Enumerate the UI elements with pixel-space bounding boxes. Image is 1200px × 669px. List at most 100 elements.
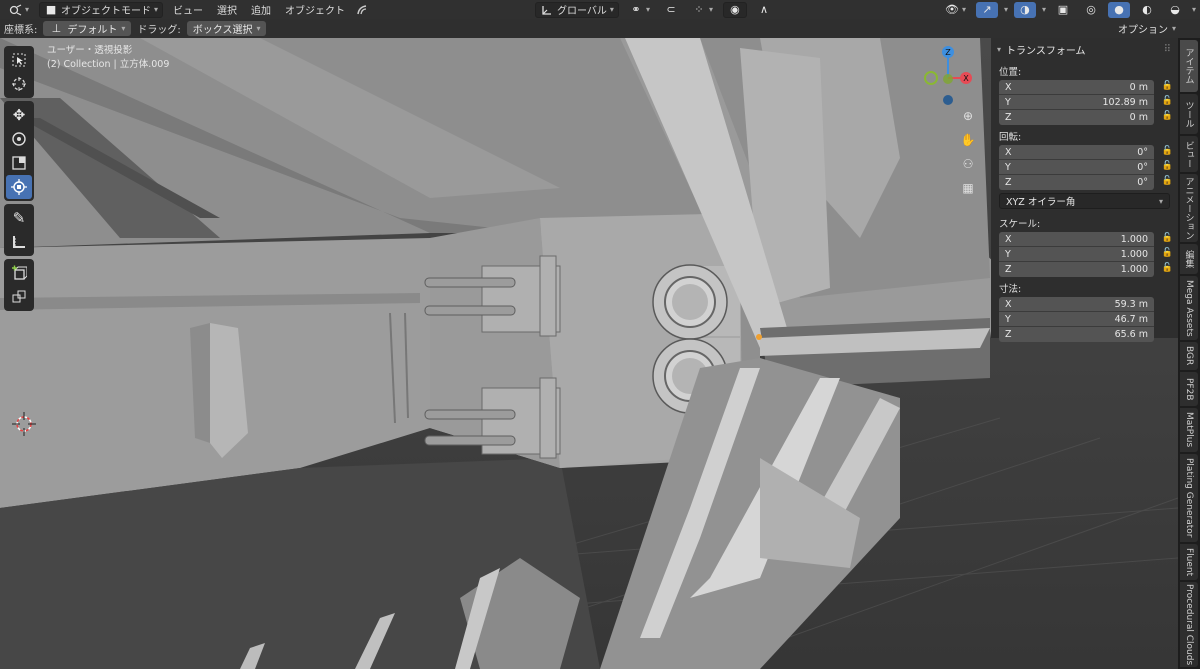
shading-rendered-button[interactable]: ◒ <box>1164 2 1186 18</box>
lock-icon[interactable]: 🔓 <box>1162 146 1173 156</box>
pan-button[interactable]: ✋ <box>958 130 978 150</box>
tab-matplus[interactable]: MatPlus <box>1180 408 1198 452</box>
drag-selector[interactable]: ボックス選択 ▾ <box>186 21 267 36</box>
shading-wireframe-button[interactable]: ◎ <box>1080 2 1102 18</box>
axis-label: Z <box>1005 264 1012 275</box>
tab-bgr[interactable]: BGR <box>1180 342 1198 370</box>
annotate-tool[interactable]: ✎ <box>6 206 32 230</box>
sidebar-tabs: アイテム ツール ビュー アニメーション 編集 Mega Assets BGR … <box>1178 38 1200 669</box>
rotation-mode-dropdown[interactable]: XYZ オイラー角 ▾ <box>999 193 1170 209</box>
cursor-tool[interactable] <box>6 72 32 96</box>
rotation-x-field[interactable]: X 0° 🔓 <box>999 145 1173 160</box>
rendered-sphere-icon: ◒ <box>1170 3 1180 16</box>
menu-object[interactable]: オブジェクト <box>281 2 349 18</box>
lock-icon[interactable]: 🔓 <box>1162 111 1173 121</box>
visibility-button[interactable]: 👁 ▾ <box>941 2 970 18</box>
perspective-toggle[interactable]: ▦ <box>958 178 978 198</box>
chevron-down-icon[interactable]: ▾ <box>1004 5 1008 14</box>
tab-view[interactable]: ビュー <box>1180 136 1198 172</box>
field-value: 1.000 <box>1120 264 1148 275</box>
proportional-edit-toggle[interactable]: ◉ <box>722 1 747 18</box>
snap-toggle[interactable]: ⊂ <box>660 2 682 18</box>
pivot-point-button[interactable]: ⚭ ▾ <box>625 2 654 18</box>
axis-label: X <box>1005 233 1012 245</box>
rotation-label: 回転: <box>999 132 1022 143</box>
transform-tool[interactable] <box>6 175 32 199</box>
falloff-button[interactable]: ∧ <box>753 2 775 18</box>
mirror-tool[interactable] <box>6 285 32 309</box>
chevron-down-icon: ▾ <box>154 5 159 14</box>
lock-icon[interactable]: 🔓 <box>1162 233 1173 243</box>
measure-tool[interactable] <box>6 230 32 254</box>
camera-view-button[interactable]: ⚇ <box>958 154 978 174</box>
location-y-field[interactable]: Y 102.89 m 🔓 <box>999 95 1173 110</box>
viewport-info: ユーザー・透視投影 (2) Collection | 立方体.009 <box>47 44 169 71</box>
overlay-circles-icon: ◑ <box>1020 3 1030 16</box>
scale-y-field[interactable]: Y 1.000 🔓 <box>999 247 1173 262</box>
shading-solid-button[interactable]: ● <box>1108 1 1130 18</box>
field-value: 1.000 <box>1120 233 1148 245</box>
chevron-down-icon[interactable]: ▾ <box>1192 5 1196 14</box>
tab-plating-generator[interactable]: Plating Generator <box>1180 454 1198 542</box>
tab-mega-assets[interactable]: Mega Assets <box>1180 276 1198 340</box>
tab-pf2b[interactable]: PF2B <box>1180 372 1198 406</box>
scale-tool[interactable] <box>6 151 32 175</box>
coord-selector[interactable]: ⊥ デフォルト ▾ <box>43 21 132 36</box>
field-value: 1.000 <box>1120 248 1148 260</box>
lock-icon[interactable]: 🔓 <box>1162 161 1173 171</box>
chevron-down-icon: ▾ <box>609 5 614 14</box>
gizmo-toggle[interactable]: ↗ <box>975 1 998 18</box>
location-z-field[interactable]: Z 0 m 🔓 <box>999 110 1173 125</box>
cubes-icon <box>12 290 26 303</box>
menu-add[interactable]: 追加 <box>247 2 275 18</box>
chevron-down-icon[interactable]: ▾ <box>1042 5 1046 14</box>
move-tool[interactable]: ✥ <box>6 103 32 127</box>
tab-tool[interactable]: ツール <box>1180 94 1198 134</box>
tab-label: アニメーション <box>1183 176 1194 240</box>
editor-type-button[interactable]: ▾ <box>4 2 33 18</box>
transform-orientation-label: グローバル <box>557 6 607 17</box>
zoom-button[interactable]: ⊕ <box>958 106 978 126</box>
lock-icon[interactable]: 🔓 <box>1162 81 1173 91</box>
location-x-field[interactable]: X 0 m 🔓 <box>999 80 1173 95</box>
mode-selector[interactable]: ■ オブジェクトモード ▾ <box>39 1 164 18</box>
field-value: 0° <box>1137 146 1148 158</box>
scale-z-field[interactable]: Z 1.000 🔓 <box>999 262 1173 277</box>
dimensions-y-field[interactable]: Y 46.7 m <box>999 312 1154 327</box>
tab-animation[interactable]: アニメーション <box>1180 174 1198 242</box>
gpencil-icon[interactable] <box>355 3 369 17</box>
menu-view[interactable]: ビュー <box>169 2 207 18</box>
select-box-tool[interactable] <box>6 48 32 72</box>
rotation-mode-value: XYZ オイラー角 <box>1006 197 1076 208</box>
snap-target-button[interactable]: ⁘ ▾ <box>688 2 717 18</box>
navigation-gizmo[interactable]: Z X <box>918 42 982 112</box>
options-button[interactable]: オプション ▾ <box>1118 21 1176 36</box>
tab-edit[interactable]: 編集 <box>1180 244 1198 274</box>
lock-icon[interactable]: 🔓 <box>1162 263 1173 273</box>
axis-label: X <box>1005 146 1012 158</box>
add-cube-tool[interactable] <box>6 261 32 285</box>
transform-orientation-selector[interactable]: グローバル ▾ <box>535 1 619 18</box>
lock-icon[interactable]: 🔓 <box>1162 96 1173 106</box>
lock-icon[interactable]: 🔓 <box>1162 176 1173 186</box>
shading-material-button[interactable]: ◐ <box>1136 2 1158 18</box>
rotation-z-field[interactable]: Z 0° 🔓 <box>999 175 1173 190</box>
tab-procedural-clouds[interactable]: Procedural Clouds <box>1180 582 1198 667</box>
dimensions-z-field[interactable]: Z 65.6 m <box>999 327 1154 342</box>
rotate-tool[interactable] <box>6 127 32 151</box>
lock-icon[interactable]: 🔓 <box>1162 248 1173 258</box>
menu-select[interactable]: 選択 <box>213 2 241 18</box>
rotation-y-field[interactable]: Y 0° 🔓 <box>999 160 1173 175</box>
sidebar-panel: ▾ トランスフォーム ⠿ 位置: X0 m 🔓 Y 102.89 m 🔓 Z0 m 🔓 … <box>991 38 1178 342</box>
scale-x-field[interactable]: X 1.000 🔓 <box>999 232 1173 247</box>
xray-toggle[interactable]: ▣ <box>1052 2 1074 18</box>
drag-handle-icon[interactable]: ⠿ <box>1164 44 1172 55</box>
dimensions-x-field[interactable]: X 59.3 m <box>999 297 1154 312</box>
solid-sphere-icon: ● <box>1114 3 1124 16</box>
field-value: 59.3 m <box>1114 298 1148 310</box>
tab-fluent[interactable]: Fluent <box>1180 544 1198 580</box>
tab-item[interactable]: アイテム <box>1180 40 1198 92</box>
pivot-link-icon: ⚭ <box>631 3 641 16</box>
overlay-toggle[interactable]: ◑ <box>1013 1 1036 18</box>
transform-panel-header[interactable]: ▾ トランスフォーム ⠿ <box>991 38 1178 60</box>
